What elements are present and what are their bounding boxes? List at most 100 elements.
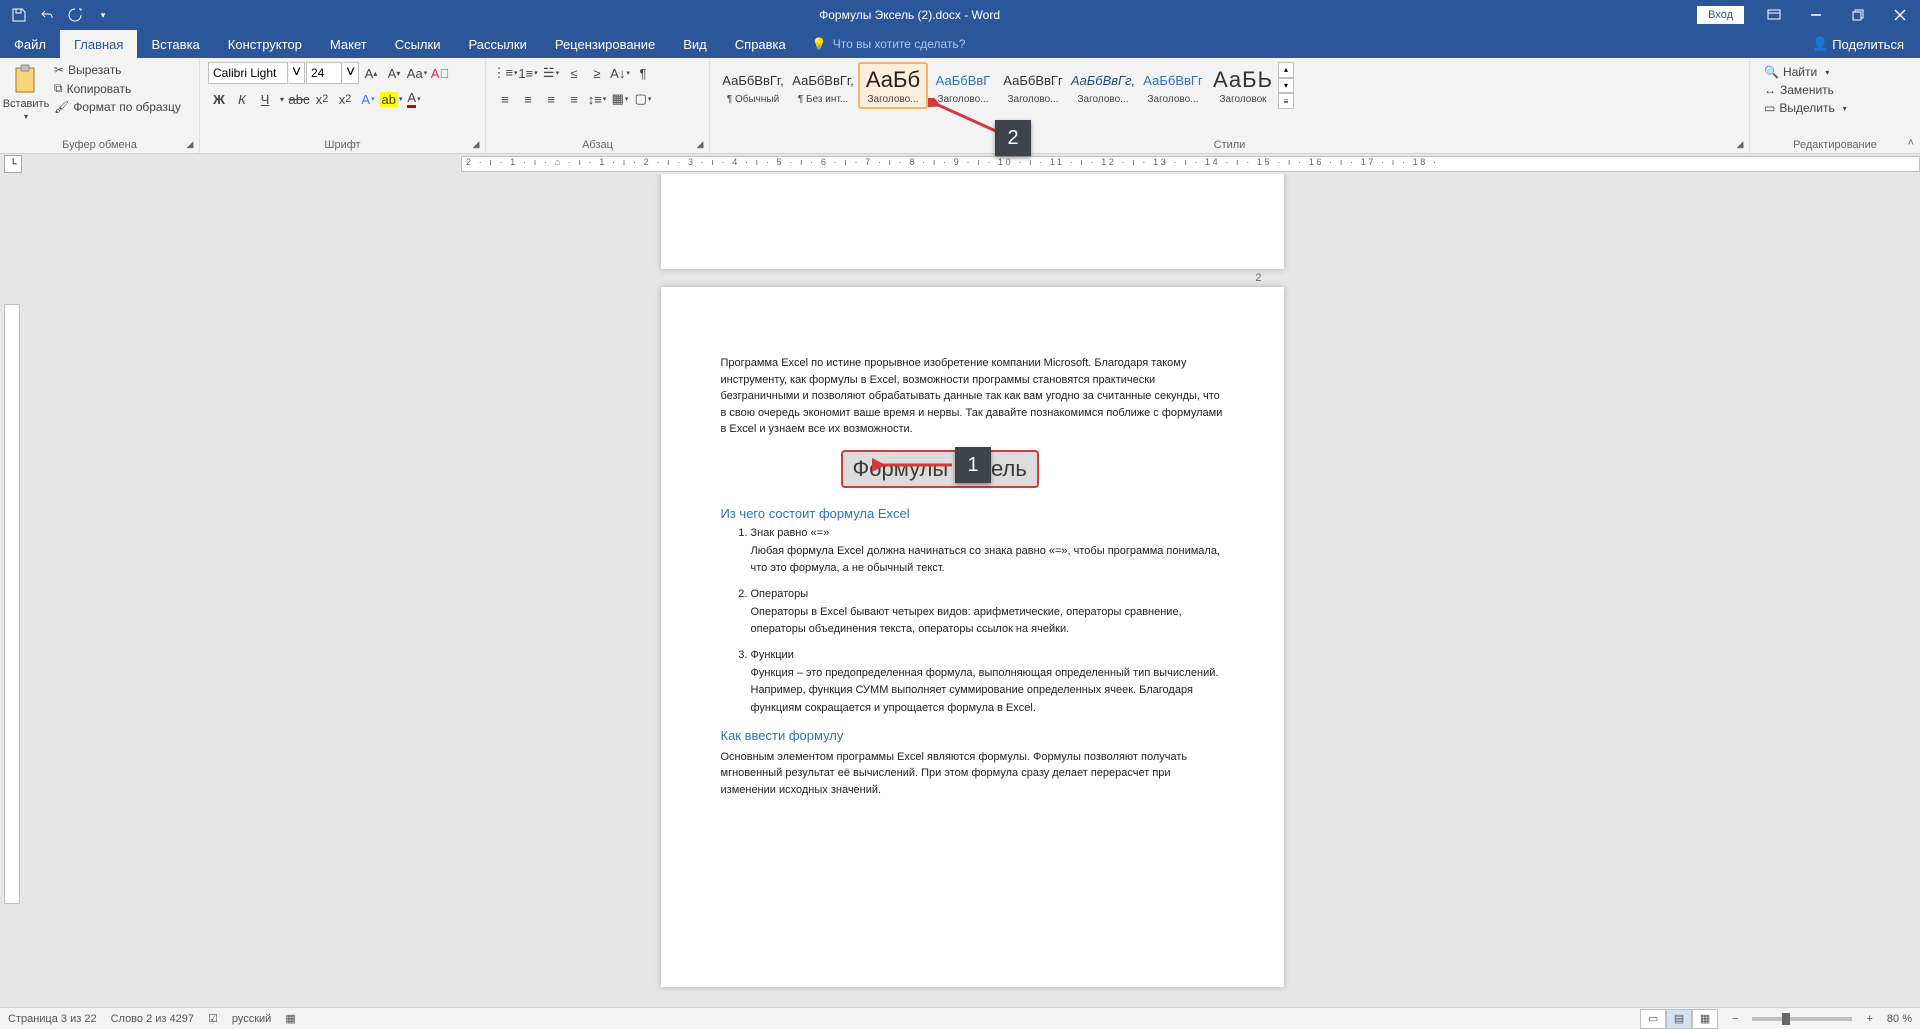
underline-button[interactable]: Ч (254, 88, 276, 110)
select-label: Выделить (1779, 101, 1834, 115)
style-name: Заголово... (1071, 94, 1135, 105)
horizontal-ruler[interactable]: 2 · ı · 1 · ı · ⌂ · ı · 1 · ı · 2 · ı · … (461, 156, 1920, 172)
grow-font-button[interactable]: A▴ (360, 62, 382, 84)
maximize-icon[interactable] (1838, 0, 1878, 30)
format-painter-button[interactable]: 🖌Формат по образцу (50, 99, 185, 115)
copy-button[interactable]: ⧉Копировать (50, 80, 185, 97)
tab-help[interactable]: Справка (721, 30, 800, 58)
style-name: ¶ Обычный (721, 94, 785, 105)
close-icon[interactable] (1880, 0, 1920, 30)
tab-home[interactable]: Главная (60, 30, 137, 58)
numbering-button[interactable]: 1≡ (517, 62, 539, 84)
lightbulb-icon: 💡 (812, 37, 827, 51)
style-title[interactable]: АаБЬЗаголовок (1208, 62, 1278, 109)
align-center-button[interactable]: ≡ (517, 88, 539, 110)
tell-me[interactable]: 💡 Что вы хотите сделать? (800, 30, 978, 58)
tab-layout[interactable]: Макет (316, 30, 381, 58)
macro-icon[interactable]: ▦ (285, 1012, 295, 1025)
zoom-thumb[interactable] (1782, 1013, 1790, 1025)
font-size-input[interactable]: 24 (306, 62, 342, 84)
undo-icon[interactable] (36, 4, 58, 26)
line-spacing-button[interactable]: ↕≡ (586, 88, 608, 110)
statusbar: Страница 3 из 22 Слово 2 из 4297 ☑ русск… (0, 1007, 1920, 1029)
redo-icon[interactable] (64, 4, 86, 26)
qat-dropdown-icon[interactable]: ▾ (92, 4, 114, 26)
zoom-slider[interactable] (1752, 1017, 1852, 1021)
subscript-button[interactable]: x2 (311, 88, 333, 110)
collapse-ribbon-icon[interactable]: ˄ (1908, 137, 1914, 149)
replace-button[interactable]: ↔Заменить (1760, 82, 1851, 98)
vertical-ruler[interactable] (0, 174, 24, 1007)
style-heading3[interactable]: АаБбВвГгЗаголово... (998, 62, 1068, 109)
style-heading1[interactable]: АаБбЗаголово... (858, 62, 928, 109)
text-effects-button[interactable]: A (357, 88, 379, 110)
save-icon[interactable] (8, 4, 30, 26)
shrink-font-button[interactable]: A▾ (383, 62, 405, 84)
zoom-out-icon[interactable]: − (1732, 1013, 1738, 1025)
change-case-button[interactable]: Aa (406, 62, 428, 84)
gallery-more-icon[interactable]: ≡ (1278, 93, 1294, 109)
spellcheck-icon[interactable]: ☑ (208, 1012, 218, 1025)
find-button[interactable]: 🔍Найти▾ (1760, 64, 1851, 80)
borders-button[interactable]: ▢ (632, 88, 654, 110)
paragraph-launcher-icon[interactable]: ◢ (693, 137, 707, 151)
italic-button[interactable]: К (231, 88, 253, 110)
read-mode-icon[interactable]: ▭ (1640, 1009, 1666, 1029)
li-detail: Любая формула Excel должна начинаться со… (751, 543, 1224, 578)
print-layout-icon[interactable]: ▤ (1666, 1009, 1692, 1029)
page-previous[interactable]: 2 (661, 174, 1284, 269)
tab-selector-icon[interactable]: └ (4, 155, 22, 173)
zoom-in-icon[interactable]: + (1866, 1013, 1872, 1025)
font-color-button[interactable]: A (403, 88, 425, 110)
status-words[interactable]: Слово 2 из 4297 (111, 1013, 194, 1025)
tab-insert[interactable]: Вставка (137, 30, 213, 58)
style-no-spacing[interactable]: АаБбВвГг,¶ Без инт... (788, 62, 858, 109)
gallery-up-icon[interactable]: ▴ (1278, 62, 1294, 78)
strikethrough-button[interactable]: abc (288, 88, 310, 110)
shading-button[interactable]: ▦ (609, 88, 631, 110)
style-normal[interactable]: АаБбВвГг,¶ Обычный (718, 62, 788, 109)
show-marks-button[interactable]: ¶ (632, 62, 654, 84)
page-current[interactable]: Программа Excel по истине прорывное изоб… (661, 287, 1284, 987)
status-language[interactable]: русский (232, 1013, 271, 1025)
tab-view[interactable]: Вид (669, 30, 721, 58)
ribbon-display-icon[interactable] (1754, 0, 1794, 30)
font-size-dropdown-icon[interactable]: ˅ (343, 62, 359, 84)
clear-formatting-button[interactable]: A⃠ (429, 62, 451, 84)
decrease-indent-button[interactable]: ≤ (563, 62, 585, 84)
tab-review[interactable]: Рецензирование (541, 30, 669, 58)
login-button[interactable]: Вход (1697, 6, 1744, 24)
tab-mailings[interactable]: Рассылки (454, 30, 540, 58)
align-left-button[interactable]: ≡ (494, 88, 516, 110)
tab-file[interactable]: Файл (0, 30, 60, 58)
multilevel-button[interactable]: ☱ (540, 62, 562, 84)
underline-dropdown-icon[interactable]: ▾ (277, 88, 287, 110)
style-heading4[interactable]: АаБбВвГг,Заголово... (1068, 62, 1138, 109)
sort-button[interactable]: A↓ (609, 62, 631, 84)
justify-button[interactable]: ≡ (563, 88, 585, 110)
highlight-button[interactable]: ab (380, 88, 402, 110)
web-layout-icon[interactable]: ▦ (1692, 1009, 1718, 1029)
align-right-button[interactable]: ≡ (540, 88, 562, 110)
clipboard-launcher-icon[interactable]: ◢ (183, 137, 197, 151)
cut-button[interactable]: ✂Вырезать (50, 62, 185, 78)
minimize-icon[interactable] (1796, 0, 1836, 30)
bold-button[interactable]: Ж (208, 88, 230, 110)
zoom-level[interactable]: 80 % (1887, 1013, 1912, 1025)
tab-design[interactable]: Конструктор (214, 30, 316, 58)
font-name-dropdown-icon[interactable]: ˅ (289, 62, 305, 84)
ruler-area: └ 2 · ı · 1 · ı · ⌂ · ı · 1 · ı · 2 · ı … (0, 154, 1920, 174)
select-button[interactable]: ▭Выделить▾ (1760, 100, 1851, 116)
font-name-input[interactable]: Calibri Light (208, 62, 288, 84)
paste-button[interactable]: Вставить ▾ (4, 60, 48, 121)
bullets-button[interactable]: ⋮≡ (494, 62, 516, 84)
tab-references[interactable]: Ссылки (381, 30, 455, 58)
styles-launcher-icon[interactable]: ◢ (1733, 137, 1747, 151)
status-page[interactable]: Страница 3 из 22 (8, 1013, 97, 1025)
superscript-button[interactable]: x2 (334, 88, 356, 110)
gallery-down-icon[interactable]: ▾ (1278, 78, 1294, 94)
share-button[interactable]: 👤 Поделиться (1796, 30, 1920, 58)
increase-indent-button[interactable]: ≥ (586, 62, 608, 84)
font-launcher-icon[interactable]: ◢ (469, 137, 483, 151)
style-heading5[interactable]: АаБбВвГгЗаголово... (1138, 62, 1208, 109)
